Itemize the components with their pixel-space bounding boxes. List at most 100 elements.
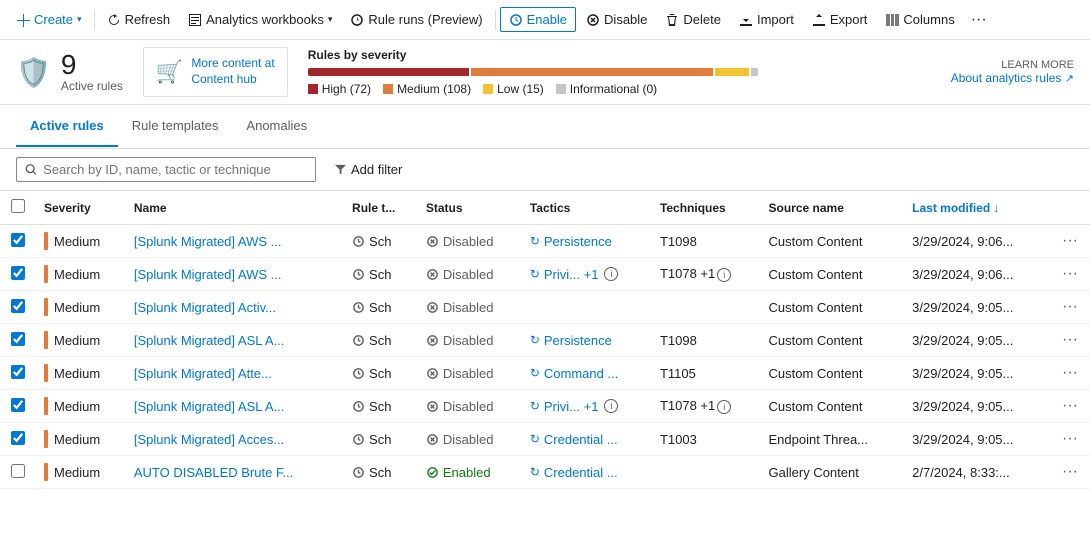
create-button[interactable]: Create ▾: [8, 8, 90, 31]
row-tactics: ↻Privi... +1i: [522, 390, 652, 423]
tactics-info-icon[interactable]: i: [604, 399, 618, 413]
row-checkbox[interactable]: [11, 332, 25, 346]
status-badge: Disabled: [426, 333, 514, 348]
row-checkbox-cell[interactable]: [0, 225, 36, 258]
header-status[interactable]: Status: [418, 191, 522, 225]
export-button[interactable]: Export: [804, 8, 876, 31]
row-menu-button[interactable]: ···: [1058, 463, 1082, 480]
row-checkbox[interactable]: [11, 464, 25, 478]
delete-button[interactable]: Delete: [657, 8, 729, 31]
severity-bar-indicator: [44, 331, 48, 349]
row-menu-button[interactable]: ···: [1058, 397, 1082, 414]
status-icon: [426, 433, 439, 446]
row-checkbox-cell[interactable]: [0, 390, 36, 423]
row-menu-cell[interactable]: ···: [1050, 456, 1090, 489]
row-checkbox[interactable]: [11, 299, 25, 313]
create-label: Create: [34, 12, 73, 27]
row-checkbox[interactable]: [11, 365, 25, 379]
header-rule-type[interactable]: Rule t...: [344, 191, 418, 225]
row-last-modified: 3/29/2024, 9:05...: [904, 357, 1050, 390]
summary-bar: 🛡️ 9 Active rules 🛒 More content at Cont…: [0, 40, 1090, 105]
row-name[interactable]: [Splunk Migrated] AWS ...: [126, 225, 344, 258]
tab-rule-templates[interactable]: Rule templates: [118, 106, 233, 147]
row-menu-cell[interactable]: ···: [1050, 258, 1090, 291]
row-checkbox-cell[interactable]: [0, 291, 36, 324]
row-last-modified: 3/29/2024, 9:05...: [904, 390, 1050, 423]
row-checkbox[interactable]: [11, 398, 25, 412]
refresh-button[interactable]: Refresh: [99, 8, 179, 31]
row-checkbox[interactable]: [11, 266, 25, 280]
row-rule-type: Sch: [344, 390, 418, 423]
row-rule-type: Sch: [344, 225, 418, 258]
export-icon: [812, 13, 826, 27]
enable-button[interactable]: Enable: [500, 7, 576, 32]
row-name[interactable]: [Splunk Migrated] Acces...: [126, 423, 344, 456]
row-menu-cell[interactable]: ···: [1050, 225, 1090, 258]
row-checkbox-cell[interactable]: [0, 324, 36, 357]
header-source-name[interactable]: Source name: [761, 191, 905, 225]
analytics-workbooks-button[interactable]: Analytics workbooks ▾: [180, 8, 340, 31]
search-box[interactable]: [16, 157, 316, 182]
status-badge: Disabled: [426, 234, 514, 249]
status-icon: [426, 235, 439, 248]
table-row: Medium[Splunk Migrated] Atte...SchDisabl…: [0, 357, 1090, 390]
techniques-label: T1098: [660, 234, 697, 249]
status-icon: [426, 367, 439, 380]
disable-button[interactable]: Disable: [578, 8, 655, 31]
row-name[interactable]: [Splunk Migrated] Activ...: [126, 291, 344, 324]
row-checkbox-cell[interactable]: [0, 357, 36, 390]
row-severity: Medium: [36, 423, 126, 456]
row-checkbox[interactable]: [11, 233, 25, 247]
header-select-all[interactable]: [0, 191, 36, 225]
tab-anomalies[interactable]: Anomalies: [232, 106, 321, 147]
row-menu-button[interactable]: ···: [1058, 430, 1082, 447]
row-menu-cell[interactable]: ···: [1050, 390, 1090, 423]
select-all-checkbox[interactable]: [11, 199, 25, 213]
row-name[interactable]: [Splunk Migrated] ASL A...: [126, 390, 344, 423]
row-name[interactable]: AUTO DISABLED Brute F...: [126, 456, 344, 489]
row-menu-cell[interactable]: ···: [1050, 291, 1090, 324]
tactic-icon: ↻: [530, 465, 540, 479]
import-label: Import: [757, 12, 794, 27]
content-hub-section[interactable]: 🛒 More content at Content hub: [143, 47, 288, 96]
row-menu-button[interactable]: ···: [1058, 232, 1082, 249]
rule-runs-button[interactable]: Rule runs (Preview): [342, 8, 490, 31]
row-name[interactable]: [Splunk Migrated] AWS ...: [126, 258, 344, 291]
row-checkbox-cell[interactable]: [0, 258, 36, 291]
columns-button[interactable]: Columns: [877, 8, 962, 31]
row-status: Disabled: [418, 258, 522, 291]
row-menu-cell[interactable]: ···: [1050, 357, 1090, 390]
header-severity[interactable]: Severity: [36, 191, 126, 225]
row-menu-button[interactable]: ···: [1058, 265, 1082, 282]
row-menu-button[interactable]: ···: [1058, 364, 1082, 381]
search-input[interactable]: [43, 162, 307, 177]
import-button[interactable]: Import: [731, 8, 802, 31]
row-checkbox-cell[interactable]: [0, 456, 36, 489]
row-name[interactable]: [Splunk Migrated] ASL A...: [126, 324, 344, 357]
severity-label: Medium: [54, 366, 100, 381]
row-menu-cell[interactable]: ···: [1050, 324, 1090, 357]
row-severity: Medium: [36, 225, 126, 258]
row-menu-cell[interactable]: ···: [1050, 423, 1090, 456]
header-tactics[interactable]: Tactics: [522, 191, 652, 225]
header-name[interactable]: Name: [126, 191, 344, 225]
add-filter-button[interactable]: Add filter: [324, 158, 412, 181]
more-button[interactable]: ···: [965, 9, 993, 31]
table-row: Medium[Splunk Migrated] Activ...SchDisab…: [0, 291, 1090, 324]
row-menu-button[interactable]: ···: [1058, 298, 1082, 315]
tactics-info-icon[interactable]: i: [604, 267, 618, 281]
last-modified-value: 3/29/2024, 9:05...: [912, 432, 1013, 447]
about-analytics-link[interactable]: About analytics rules: [951, 71, 1062, 85]
header-techniques[interactable]: Techniques: [652, 191, 761, 225]
techniques-info-icon[interactable]: i: [717, 400, 731, 414]
row-menu-button[interactable]: ···: [1058, 331, 1082, 348]
tab-active-rules[interactable]: Active rules: [16, 106, 118, 147]
techniques-label: T1105: [660, 366, 696, 381]
header-last-modified[interactable]: Last modified ↓: [904, 191, 1050, 225]
row-checkbox-cell[interactable]: [0, 423, 36, 456]
row-checkbox[interactable]: [11, 431, 25, 445]
techniques-info-icon[interactable]: i: [717, 268, 731, 282]
row-tactics: ↻Credential ...: [522, 423, 652, 456]
status-label: Disabled: [443, 366, 494, 381]
row-name[interactable]: [Splunk Migrated] Atte...: [126, 357, 344, 390]
